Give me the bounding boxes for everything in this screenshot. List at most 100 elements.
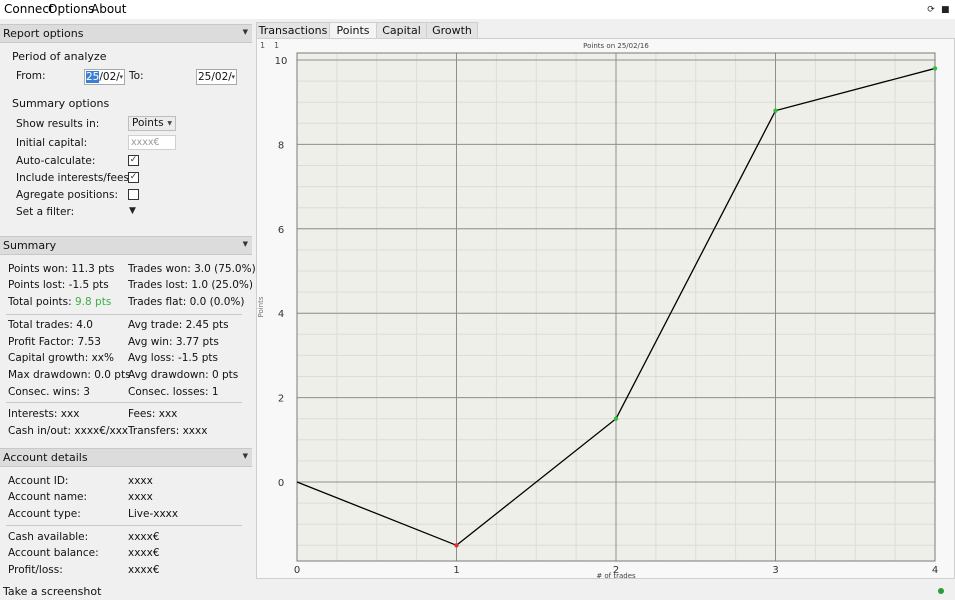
summary-options-label: Summary options <box>12 97 110 110</box>
y-axis-label: Points <box>257 296 265 317</box>
interests: Interests: xxx <box>8 408 80 420</box>
cash-available-label: Cash available: <box>8 531 89 543</box>
points-won: Points won: 11.3 pts <box>8 263 115 275</box>
data-point <box>613 416 619 421</box>
to-date-input[interactable]: 25/02/ ▾ <box>196 69 237 85</box>
chevron-down-icon[interactable]: ▾ <box>119 70 123 84</box>
y-tick-label: 2 <box>278 394 284 405</box>
corner-label: 1 <box>260 41 265 50</box>
show-results-select[interactable]: Points ▼ <box>128 116 176 131</box>
profit-loss-value: xxxx€ <box>128 564 160 576</box>
total-trades: Total trades: 4.0 <box>8 319 93 331</box>
profit-loss-label: Profit/loss: <box>8 564 63 576</box>
fees: Fees: xxx <box>128 408 178 420</box>
trades-lost: Trades lost: 1.0 (25.0%) <box>128 279 253 291</box>
trades-flat: Trades flat: 0.0 (0.0%) <box>128 296 245 308</box>
max-drawdown: Max drawdown: 0.0 pts <box>8 369 131 381</box>
account-type-value: Live-xxxx <box>128 508 179 520</box>
divider <box>6 525 242 526</box>
to-date-value: 25/02/ <box>198 71 232 83</box>
report-options-header[interactable]: Report options ▼ <box>0 24 252 43</box>
y-tick-label: 0 <box>278 478 284 489</box>
data-point <box>773 108 778 113</box>
points-chart: 0 1 2 3 40246810Points on 25/02/16# of trade… <box>257 41 938 578</box>
menu-bar: Connect Options About ⟳ ■ <box>0 0 955 19</box>
menu-options[interactable]: Options <box>48 2 94 16</box>
tab-transactions[interactable]: Transactions <box>256 22 330 38</box>
left-panel: Report options ▼ Period of analyze From:… <box>0 22 256 578</box>
report-options-title: Report options <box>3 27 84 40</box>
from-date-input[interactable]: 25/02/ ▾ <box>84 69 125 85</box>
connection-status-dot <box>938 588 944 594</box>
account-balance-value: xxxx€ <box>128 547 160 559</box>
from-date-rest: /02/ <box>99 71 120 83</box>
tab-capital[interactable]: Capital <box>376 22 427 38</box>
camera-icon[interactable]: ■ <box>941 6 950 15</box>
consec-wins: Consec. wins: 3 <box>8 386 90 398</box>
set-filter-label: Set a filter: <box>16 206 75 218</box>
account-name-value: xxxx <box>128 491 153 503</box>
auto-calculate-checkbox[interactable]: ✓ <box>128 155 139 166</box>
divider <box>6 402 242 403</box>
profit-factor: Profit Factor: 7.53 <box>8 336 101 348</box>
menu-about[interactable]: About <box>91 2 126 16</box>
y-tick-label: 4 <box>278 309 284 320</box>
collapse-arrow-icon[interactable]: ▼ <box>243 452 248 460</box>
trades-won: Trades won: 3.0 (75.0%) <box>128 263 256 275</box>
consec-losses: Consec. losses: 1 <box>128 386 219 398</box>
show-results-label: Show results in: <box>16 118 100 130</box>
corner-label: 1 <box>274 41 279 50</box>
refresh-icon[interactable]: ⟳ <box>927 6 935 15</box>
include-interests-checkbox[interactable]: ✓ <box>128 172 139 183</box>
menu-connect[interactable]: Connect <box>4 2 54 16</box>
auto-calculate-label: Auto-calculate: <box>16 155 96 167</box>
account-details-header[interactable]: Account details ▼ <box>0 448 252 467</box>
account-details-title: Account details <box>3 451 88 464</box>
screenshot-link[interactable]: Take a screenshot <box>3 585 101 598</box>
collapse-arrow-icon[interactable]: ▼ <box>243 240 248 248</box>
initial-capital-label: Initial capital: <box>16 137 88 149</box>
account-name-label: Account name: <box>8 491 88 503</box>
account-id-label: Account ID: <box>8 475 69 487</box>
show-results-value: Points <box>132 117 164 129</box>
to-label: To: <box>129 70 144 82</box>
transfers: Transfers: xxxx <box>128 425 208 437</box>
x-axis-label: # of trades <box>596 572 636 578</box>
collapse-arrow-icon[interactable]: ▼ <box>243 28 248 36</box>
summary-header[interactable]: Summary ▼ <box>0 236 252 255</box>
y-tick-label: 6 <box>278 225 284 236</box>
avg-loss: Avg loss: -1.5 pts <box>128 352 219 364</box>
y-tick-label: 8 <box>278 140 284 151</box>
avg-trade: Avg trade: 2.45 pts <box>128 319 229 331</box>
include-interests-label: Include interests/fees: <box>16 172 133 184</box>
total-points-value: 9.8 pts <box>75 296 112 308</box>
avg-drawdown: Avg drawdown: 0 pts <box>128 369 239 381</box>
aggregate-positions-label: Agregate positions: <box>16 189 119 201</box>
chart-panel: 0 1 2 3 4 0 2 4 6 8 10 Points on 25/02/16 # of trade… <box>256 38 955 579</box>
cash-available-value: xxxx€ <box>128 531 160 543</box>
account-balance-label: Account balance: <box>8 547 99 559</box>
total-points-label: Total points: <box>8 296 72 308</box>
data-point <box>932 66 938 71</box>
capital-growth: Capital growth: xx% <box>8 352 114 364</box>
period-label: Period of analyze <box>12 50 107 63</box>
initial-capital-input[interactable]: xxxx€ <box>128 135 176 150</box>
total-points: Total points: 9.8 pts <box>8 296 111 308</box>
chart-title: Points on 25/02/16 <box>583 42 649 50</box>
status-bar: Take a screenshot <box>0 580 955 600</box>
account-type-label: Account type: <box>8 508 81 520</box>
divider <box>6 314 242 315</box>
data-point <box>454 543 459 548</box>
aggregate-positions-checkbox[interactable] <box>128 189 139 200</box>
y-tick-label: 10 <box>275 56 288 67</box>
tab-growth[interactable]: Growth <box>426 22 478 38</box>
x-tick-label: 0 <box>294 565 300 576</box>
cash-in-out: Cash in/out: xxxx€/xxx <box>8 425 129 437</box>
x-tick-label: 4 <box>932 565 938 576</box>
tab-points[interactable]: Points <box>329 22 377 38</box>
filter-icon[interactable]: ▼ <box>129 206 136 216</box>
from-label: From: <box>16 70 46 82</box>
chevron-down-icon[interactable]: ▾ <box>231 70 235 84</box>
chevron-down-icon: ▼ <box>167 120 172 127</box>
from-date-selected: 25 <box>86 71 100 83</box>
